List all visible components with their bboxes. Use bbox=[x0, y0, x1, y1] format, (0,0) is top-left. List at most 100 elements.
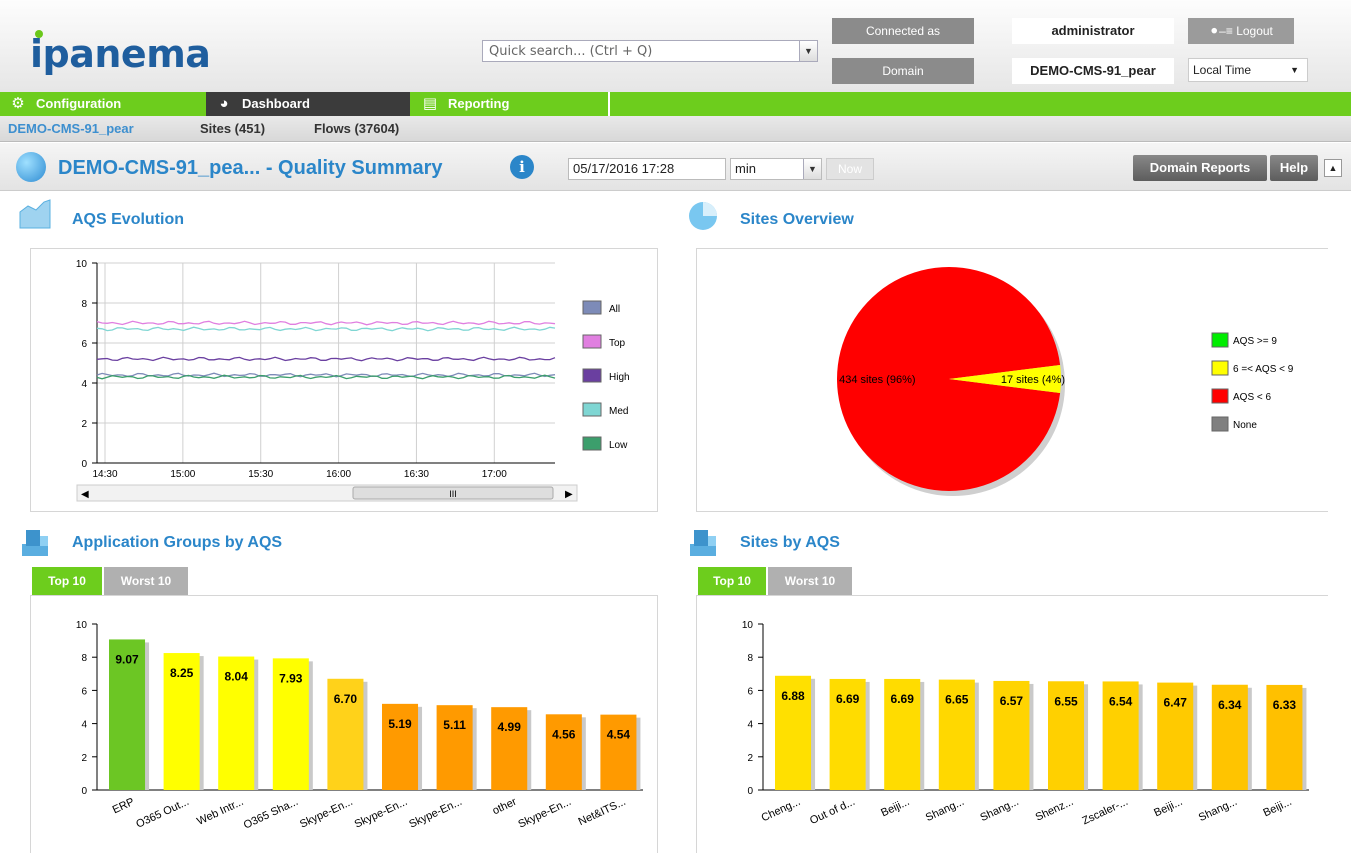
breadcrumb-sites[interactable]: Sites (451) bbox=[200, 121, 265, 136]
legend-label: All bbox=[609, 304, 620, 315]
legend-swatch bbox=[582, 436, 602, 451]
y-tick-label: 2 bbox=[81, 753, 87, 764]
page-titlebar: DEMO-CMS-91_pea... - Quality Summary i 0… bbox=[0, 143, 1351, 191]
x-tick-label: other bbox=[491, 796, 519, 818]
x-tick-label: Skype-En... bbox=[516, 796, 573, 831]
sites-by-aqs-panel: 0 2 4 6 8 10 6.88 Cheng... 6.69 Out of d... 6.69 Be… bbox=[696, 595, 1328, 853]
x-tick-label: 15:00 bbox=[170, 469, 195, 480]
x-tick-label: Skype-En... bbox=[298, 796, 355, 831]
y-tick-label: 10 bbox=[76, 259, 88, 270]
x-tick-label: 16:00 bbox=[326, 469, 351, 480]
sites-overview-chart: 434 sites (96%) 17 sites (4%) AQS >= 9 6 =<… bbox=[837, 267, 1294, 496]
quick-search[interactable]: ▼ bbox=[482, 40, 818, 62]
legend-swatch bbox=[1211, 416, 1229, 432]
legend-label: Top bbox=[609, 338, 626, 349]
nav-configuration[interactable]: ⚙ Configuration bbox=[8, 92, 194, 116]
sites-overview-panel: 434 sites (96%) 17 sites (4%) AQS >= 9 6 =<… bbox=[696, 248, 1328, 512]
chevron-down-icon[interactable]: ▼ bbox=[803, 159, 821, 179]
bar bbox=[600, 714, 637, 790]
bar-value-label: 7.93 bbox=[279, 671, 303, 685]
pie-chart-icon bbox=[689, 202, 717, 230]
domain-value: DEMO-CMS-91_pear bbox=[1012, 58, 1174, 84]
bar-value-label: 6.69 bbox=[836, 692, 860, 706]
quick-search-input[interactable] bbox=[483, 41, 799, 61]
collapse-icon[interactable]: ▲ bbox=[1324, 159, 1342, 177]
bar-value-label: 8.04 bbox=[225, 670, 249, 684]
legend-label: 6 =< AQS < 9 bbox=[1233, 364, 1294, 375]
area-chart-icon bbox=[19, 199, 51, 229]
tab-top-10[interactable]: Top 10 bbox=[32, 567, 102, 595]
tab-worst-10[interactable]: Worst 10 bbox=[768, 567, 852, 595]
pie-slice-label: 17 sites (4%) bbox=[1001, 374, 1065, 386]
app-header: ipanema ▼ Connected as administrator Dom… bbox=[0, 0, 1351, 92]
domain-reports-button[interactable]: Domain Reports bbox=[1133, 155, 1267, 181]
x-tick-label: 16:30 bbox=[404, 469, 429, 480]
series-line-top bbox=[96, 320, 556, 326]
logo-text: ipanema bbox=[30, 32, 211, 76]
now-button[interactable]: Now bbox=[826, 158, 874, 180]
chevron-down-icon[interactable]: ▼ bbox=[799, 41, 817, 61]
series-line-med bbox=[96, 326, 556, 332]
sites-by-aqs-chart: 0 2 4 6 8 10 6.88 Cheng... 6.69 Out of d... 6.69 Be… bbox=[742, 620, 1309, 827]
logout-button[interactable]: ⚫–≡ Logout bbox=[1188, 18, 1294, 44]
tab-top-10[interactable]: Top 10 bbox=[698, 567, 766, 595]
date-field[interactable]: 05/17/2016 17:28 bbox=[568, 158, 726, 180]
bar-value-label: 4.99 bbox=[498, 720, 522, 734]
breadcrumb-domain[interactable]: DEMO-CMS-91_pear bbox=[8, 121, 134, 136]
legend-swatch bbox=[1211, 360, 1229, 376]
sites-overview-title: Sites Overview bbox=[740, 211, 854, 228]
bar-value-label: 4.56 bbox=[552, 727, 576, 741]
x-tick-label: 15:30 bbox=[248, 469, 273, 480]
legend-label: Low bbox=[609, 440, 628, 451]
bar-value-label: 6.88 bbox=[781, 689, 805, 703]
x-tick-label: O365 Out... bbox=[134, 796, 191, 831]
gear-icon: ⚙ bbox=[11, 95, 25, 112]
app-groups-title: Application Groups by AQS bbox=[72, 534, 283, 551]
x-tick-label: 14:30 bbox=[92, 469, 117, 480]
y-tick-label: 6 bbox=[747, 686, 753, 697]
unit-value: min bbox=[735, 161, 756, 176]
legend-label: AQS >= 9 bbox=[1233, 336, 1277, 347]
breadcrumb-flows[interactable]: Flows (37604) bbox=[314, 121, 399, 136]
x-tick-label: Shang... bbox=[978, 796, 1020, 824]
logout-label: Logout bbox=[1236, 24, 1273, 38]
legend-swatch bbox=[1211, 388, 1229, 404]
y-tick-label: 4 bbox=[81, 379, 87, 390]
logo-dot bbox=[35, 30, 43, 38]
legend-swatch bbox=[582, 300, 602, 315]
ipanema-logo: ipanema bbox=[30, 30, 211, 76]
x-tick-label: Beiji... bbox=[879, 796, 911, 820]
bar-value-label: 6.65 bbox=[945, 693, 969, 707]
aqs-evolution-chart: 0 2 4 6 8 10 14:30 15:00 15:30 16:00 16:30 17:00 All… bbox=[76, 259, 630, 502]
database-icon bbox=[690, 530, 716, 556]
y-tick-label: 2 bbox=[747, 753, 753, 764]
bar-value-label: 6.54 bbox=[1109, 694, 1133, 708]
legend-label: None bbox=[1233, 420, 1257, 431]
bar-value-label: 6.33 bbox=[1273, 698, 1297, 712]
nav-reporting[interactable]: ▤ Reporting bbox=[420, 92, 610, 116]
unit-select[interactable]: min ▼ bbox=[730, 158, 822, 180]
bar-value-label: 4.54 bbox=[607, 728, 631, 742]
chevron-down-icon: ▼ bbox=[1290, 65, 1299, 75]
x-tick-label: Beiji... bbox=[1152, 796, 1184, 820]
x-tick-label: Shang... bbox=[924, 796, 966, 824]
nav-dashboard[interactable]: ◕ Dashboard bbox=[206, 92, 410, 116]
y-tick-label: 8 bbox=[747, 653, 753, 664]
y-tick-label: 8 bbox=[81, 653, 87, 664]
timezone-select[interactable]: Local Time ▼ bbox=[1188, 58, 1308, 82]
page-title: DEMO-CMS-91_pea... - Quality Summary bbox=[58, 157, 443, 179]
info-icon[interactable]: i bbox=[510, 155, 534, 179]
scroll-left-icon: ◀ bbox=[81, 489, 89, 500]
connected-as-value: administrator bbox=[1012, 18, 1174, 44]
breadcrumb: DEMO-CMS-91_pear Sites (451) Flows (3760… bbox=[0, 116, 1351, 142]
y-tick-label: 0 bbox=[81, 786, 87, 797]
x-tick-label: Skype-En... bbox=[407, 796, 464, 831]
y-tick-label: 8 bbox=[81, 299, 87, 310]
legend-swatch bbox=[582, 402, 602, 417]
nav-reporting-label: Reporting bbox=[448, 96, 510, 111]
help-button[interactable]: Help bbox=[1270, 155, 1318, 181]
tab-worst-10[interactable]: Worst 10 bbox=[104, 567, 188, 595]
bar bbox=[545, 714, 582, 790]
y-tick-label: 0 bbox=[747, 786, 753, 797]
aqs-evolution-panel: 0 2 4 6 8 10 14:30 15:00 15:30 16:00 16:30 17:00 All… bbox=[30, 248, 658, 512]
